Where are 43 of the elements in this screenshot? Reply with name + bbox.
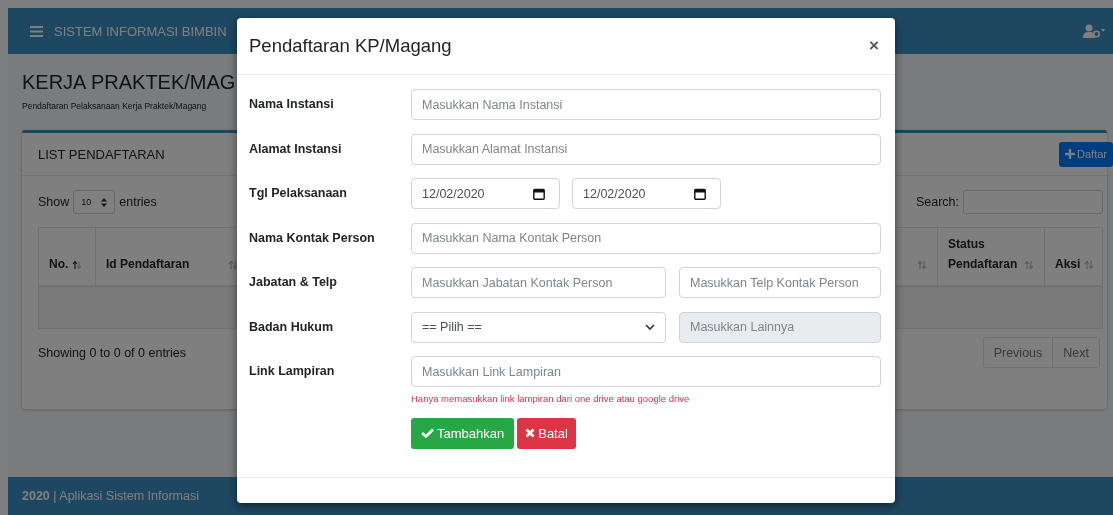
cancel-button[interactable]: Batal (517, 417, 576, 449)
up-down-caret-icon (101, 197, 108, 207)
footer-text: 2020 | Aplikasi Sistem Informasi (22, 489, 199, 503)
app-title: SISTEM INFORMASI BIMBIN (54, 23, 227, 39)
calendar-icon (533, 187, 545, 200)
field-label: Jabatan & Telp (249, 274, 338, 291)
daftar-button[interactable]: Daftar (1059, 141, 1113, 167)
submit-button[interactable]: Tambahkan (411, 417, 515, 449)
plus-icon (1065, 149, 1076, 159)
close-icon (525, 428, 536, 438)
input-field[interactable]: Masukkan Link Lampiran (411, 356, 881, 387)
input-field[interactable]: Masukkan Nama Kontak Person (411, 222, 881, 254)
input-field[interactable]: Masukkan Jabatan Kontak Person (411, 267, 666, 298)
check-icon (421, 428, 434, 438)
menu-icon[interactable] (30, 25, 43, 37)
field-label: Alamat Instansi (249, 140, 343, 158)
entries-label: entries (119, 195, 157, 209)
date-field[interactable]: 12/02/2020 (572, 178, 721, 209)
input-field[interactable]: Masukkan Alamat Instansi (411, 133, 881, 165)
input-field[interactable]: Masukkan Telp Kontak Person (679, 267, 881, 298)
chevron-down-icon (645, 323, 655, 331)
search-field[interactable] (963, 190, 1103, 214)
calendar-icon (694, 187, 706, 200)
card-title: LIST PENDAFTARAN (38, 146, 165, 162)
field-label: Badan Hukum (249, 318, 335, 336)
page-title: KERJA PRAKTEK/MAG (22, 70, 236, 95)
field-label: Nama Kontak Person (249, 229, 376, 247)
help-text: Hanya memasukkan link lampiran dari one drive atau google drive (411, 393, 691, 404)
page-subtitle: Pendaftaran Pelaksanaan Kerja Praktek/Magang (22, 101, 207, 111)
modal-title: Pendaftaran KP/Magang (249, 35, 452, 57)
close-button[interactable]: × (865, 36, 883, 56)
search-label: Search: (915, 195, 959, 209)
field-label: Tgl Pelaksanaan (249, 185, 348, 202)
show-label: Show (38, 195, 70, 209)
select-field[interactable]: == Pilih == (411, 311, 666, 343)
field-label: Nama Instansi (249, 96, 335, 113)
date-field[interactable]: 12/02/2020 (411, 178, 560, 209)
page-button[interactable]: Next (1052, 338, 1099, 367)
field-label: Link Lampiran (249, 363, 336, 380)
page-size-select[interactable]: 10 (73, 190, 116, 214)
user-settings-icon[interactable] (1083, 24, 1105, 38)
input-field[interactable]: Masukkan Nama Instansi (411, 89, 881, 120)
table-info: Showing 0 to 0 of 0 entries (38, 345, 186, 360)
